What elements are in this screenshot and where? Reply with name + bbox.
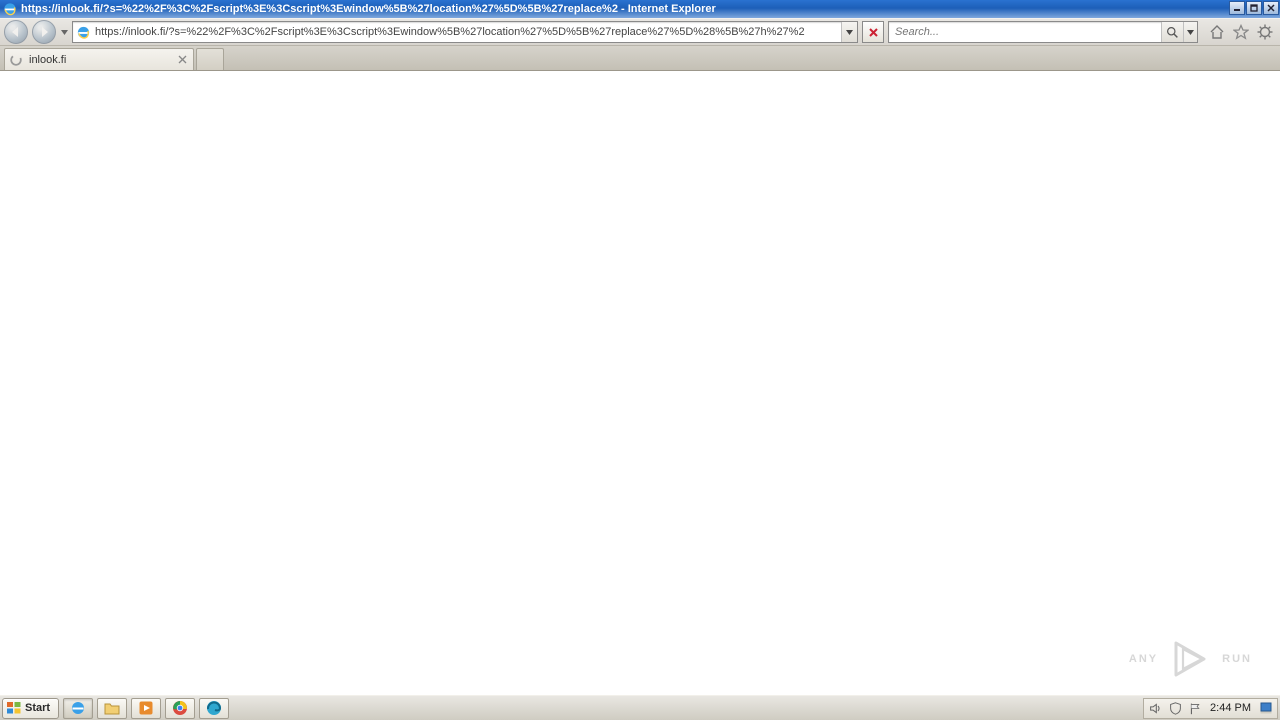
taskbar-app-ie[interactable] [63,698,93,719]
window-title: https://inlook.fi/?s=%22%2F%3C%2Fscript%… [21,3,1229,15]
site-identity-icon[interactable] [73,25,93,40]
address-dropdown[interactable] [841,22,857,42]
url-input[interactable] [93,22,841,42]
browser-toolbar [0,18,1280,46]
address-bar [72,21,858,43]
taskbar-app-media[interactable] [131,698,161,719]
taskbar-app-edge[interactable] [199,698,229,719]
ie-logo-icon [2,1,18,17]
new-tab-button[interactable] [196,48,224,70]
play-icon [1172,641,1208,677]
back-button[interactable] [4,20,28,44]
watermark-left: ANY [1129,653,1158,665]
watermark-right: RUN [1222,653,1252,665]
show-desktop-icon[interactable] [1259,701,1273,715]
close-button[interactable] [1263,1,1279,15]
forward-button[interactable] [32,20,56,44]
start-label: Start [25,702,50,714]
search-go-button[interactable] [1161,22,1183,42]
minimize-button[interactable] [1229,1,1245,15]
start-button[interactable]: Start [2,698,59,719]
tab-title: inlook.fi [29,54,175,66]
taskbar-app-chrome[interactable] [165,698,195,719]
windows-taskbar: Start 2:44 PM [0,695,1280,720]
window-titlebar: https://inlook.fi/?s=%22%2F%3C%2Fscript%… [0,0,1280,18]
sound-icon[interactable] [1148,701,1162,715]
shield-icon[interactable] [1168,701,1182,715]
tools-icon[interactable] [1256,23,1274,41]
search-provider-dropdown[interactable] [1183,22,1197,42]
windows-logo-icon [6,700,22,716]
tab-strip: inlook.fi [0,46,1280,71]
maximize-button[interactable] [1246,1,1262,15]
system-tray: 2:44 PM [1143,698,1278,719]
browser-tab[interactable]: inlook.fi [4,48,194,70]
anyrun-watermark: ANY RUN [1129,641,1252,677]
page-content: ANY RUN [0,71,1280,695]
toolbar-shortcuts [1208,23,1274,41]
loading-spinner-icon [9,53,23,67]
home-icon[interactable] [1208,23,1226,41]
favorites-icon[interactable] [1232,23,1250,41]
window-controls [1229,0,1280,18]
search-input[interactable] [889,22,1161,42]
history-dropdown[interactable] [60,30,68,35]
stop-button[interactable] [862,21,884,43]
search-box [888,21,1198,43]
flag-icon[interactable] [1188,701,1202,715]
taskbar-app-explorer[interactable] [97,698,127,719]
tray-clock[interactable]: 2:44 PM [1208,702,1253,714]
tab-close-button[interactable] [175,55,189,64]
